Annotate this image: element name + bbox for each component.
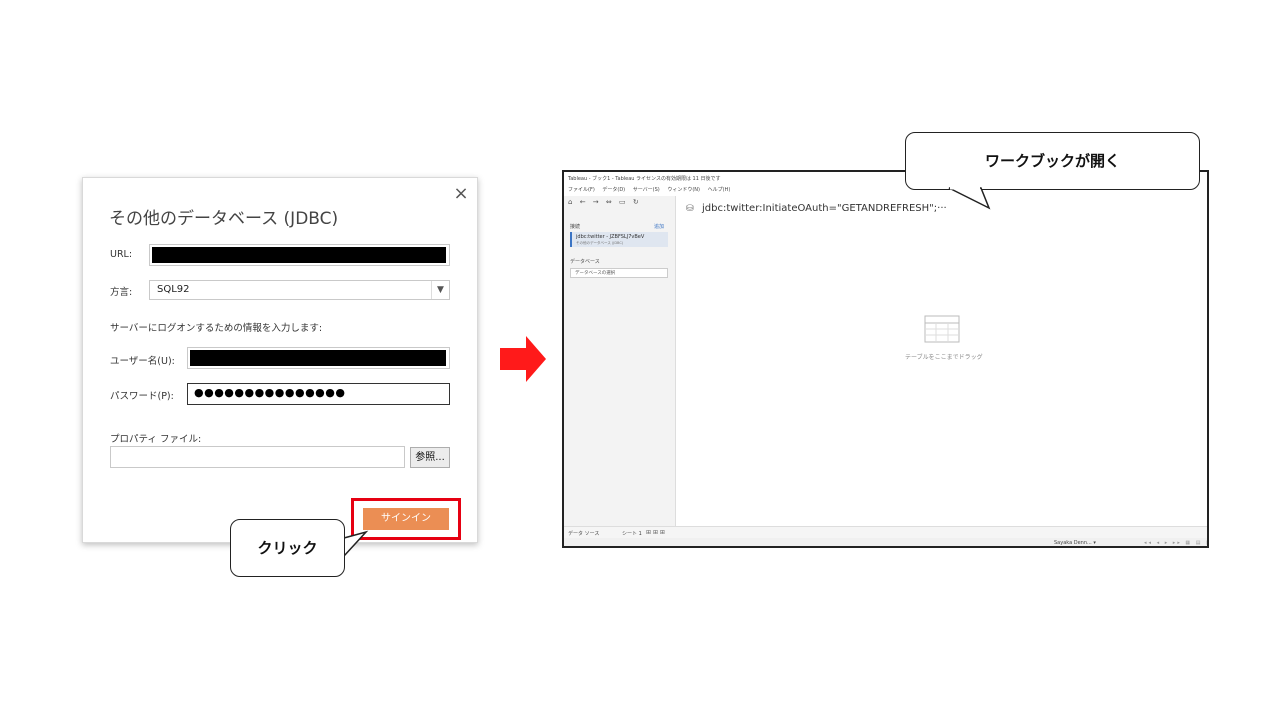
- menu-file[interactable]: ファイル(F): [568, 187, 595, 193]
- password-value: ●●●●●●●●●●●●●●●: [194, 386, 346, 399]
- new-worksheet-icon[interactable]: ⊞: [646, 529, 651, 536]
- menu-data[interactable]: データ(D): [602, 187, 625, 193]
- menu-server[interactable]: サーバー(S): [633, 187, 660, 193]
- user-menu[interactable]: Sayaka Denn... ▾: [1054, 540, 1096, 546]
- connection-item[interactable]: jdbc:twitter - JZBFSLJ7vBeV その他のデータベース (…: [570, 232, 668, 247]
- connections-header: 接続: [570, 224, 581, 230]
- menu-bar: ファイル(F) データ(D) サーバー(S) ウィンドウ(N) ヘルプ(H): [568, 186, 736, 193]
- refresh-icon[interactable]: ↻: [633, 198, 639, 206]
- drag-table-hint: テーブルをここまでドラッグ: [905, 354, 983, 361]
- add-connection-link[interactable]: 追加: [654, 223, 664, 230]
- username-field[interactable]: [187, 347, 450, 369]
- table-icon: [924, 315, 960, 343]
- connection-type: その他のデータベース (JDBC): [576, 241, 624, 245]
- password-label: パスワード(P):: [110, 391, 174, 402]
- link-icon[interactable]: ⇔: [606, 198, 612, 206]
- dialect-value: SQL92: [157, 284, 190, 295]
- status-bar: Sayaka Denn... ▾ ◂◂ ◂ ▸ ▸▸ ▦ ▤ ▥: [564, 538, 1207, 546]
- data-source-sidebar: ⌂ ← → ⇔ ▭ ↻ 接続 追加 jdbc:twitter - JZBFSLJ…: [564, 196, 676, 526]
- back-icon[interactable]: ←: [580, 198, 586, 206]
- tab-data-source[interactable]: データ ソース: [568, 530, 599, 537]
- url-label: URL:: [110, 249, 133, 260]
- signin-button[interactable]: サインイン: [363, 508, 449, 530]
- sheet-nav-icons[interactable]: ◂◂ ◂ ▸ ▸▸ ▦ ▤ ▥: [1144, 540, 1207, 546]
- connection-name: jdbc:twitter - JZBFSLJ7vBeV: [576, 234, 645, 240]
- signin-instruction: サーバーにログオンするための情報を入力します:: [110, 323, 323, 334]
- new-story-icon[interactable]: ⊞: [660, 529, 665, 536]
- window-title: Tableau - ブック1 - Tableau ライセンスの有効期限は 11 …: [568, 176, 721, 182]
- workbook-opens-callout: ワークブックが開く: [905, 132, 1200, 190]
- dialog-title: その他のデータベース (JDBC): [109, 209, 339, 229]
- tableau-window: Tableau - ブック1 - Tableau ライセンスの有効期限は 11 …: [562, 170, 1209, 548]
- password-field[interactable]: ●●●●●●●●●●●●●●●: [187, 383, 450, 405]
- connection-label[interactable]: jdbc:twitter:InitiateOAuth="GETANDREFRES…: [702, 203, 947, 214]
- user-name: Sayaka Denn...: [1054, 540, 1092, 546]
- database-select[interactable]: データベースの選択: [570, 268, 668, 278]
- save-icon[interactable]: ▭: [619, 198, 626, 206]
- properties-file-field[interactable]: [110, 446, 405, 468]
- new-dashboard-icon[interactable]: ⊞: [653, 529, 658, 536]
- redacted-value: [190, 350, 446, 366]
- new-sheet-icons: ⊞ ⊞ ⊞: [646, 529, 665, 536]
- dialect-label: 方言:: [110, 287, 133, 298]
- toolbar: ⌂ ← → ⇔ ▭ ↻: [568, 198, 644, 206]
- properties-label: プロパティ ファイル:: [110, 434, 202, 445]
- tab-sheet-1[interactable]: シート 1: [622, 530, 642, 537]
- url-field[interactable]: [149, 244, 450, 266]
- arrow-right-icon: [500, 336, 546, 382]
- chevron-down-icon[interactable]: ▼: [431, 281, 449, 299]
- menu-window[interactable]: ウィンドウ(N): [667, 187, 700, 193]
- dialect-select[interactable]: SQL92 ▼: [149, 280, 450, 300]
- chevron-down-icon: ▾: [1093, 540, 1096, 546]
- menu-help[interactable]: ヘルプ(H): [708, 187, 731, 193]
- close-icon[interactable]: ×: [451, 184, 471, 204]
- forward-icon[interactable]: →: [593, 198, 599, 206]
- database-icon: ⛁: [686, 204, 694, 214]
- jdbc-dialog: × その他のデータベース (JDBC) URL: 方言: SQL92 ▼ サーバ…: [82, 177, 478, 543]
- home-icon[interactable]: ⌂: [568, 198, 572, 206]
- sheet-tab-bar: データ ソース シート 1 ⊞ ⊞ ⊞: [564, 526, 1207, 538]
- callout-pointer: [948, 186, 991, 210]
- click-callout: クリック: [230, 519, 345, 577]
- browse-button[interactable]: 参照...: [410, 447, 450, 468]
- username-label: ユーザー名(U):: [110, 356, 175, 367]
- database-label: データベース: [570, 259, 600, 265]
- redacted-value: [152, 247, 446, 263]
